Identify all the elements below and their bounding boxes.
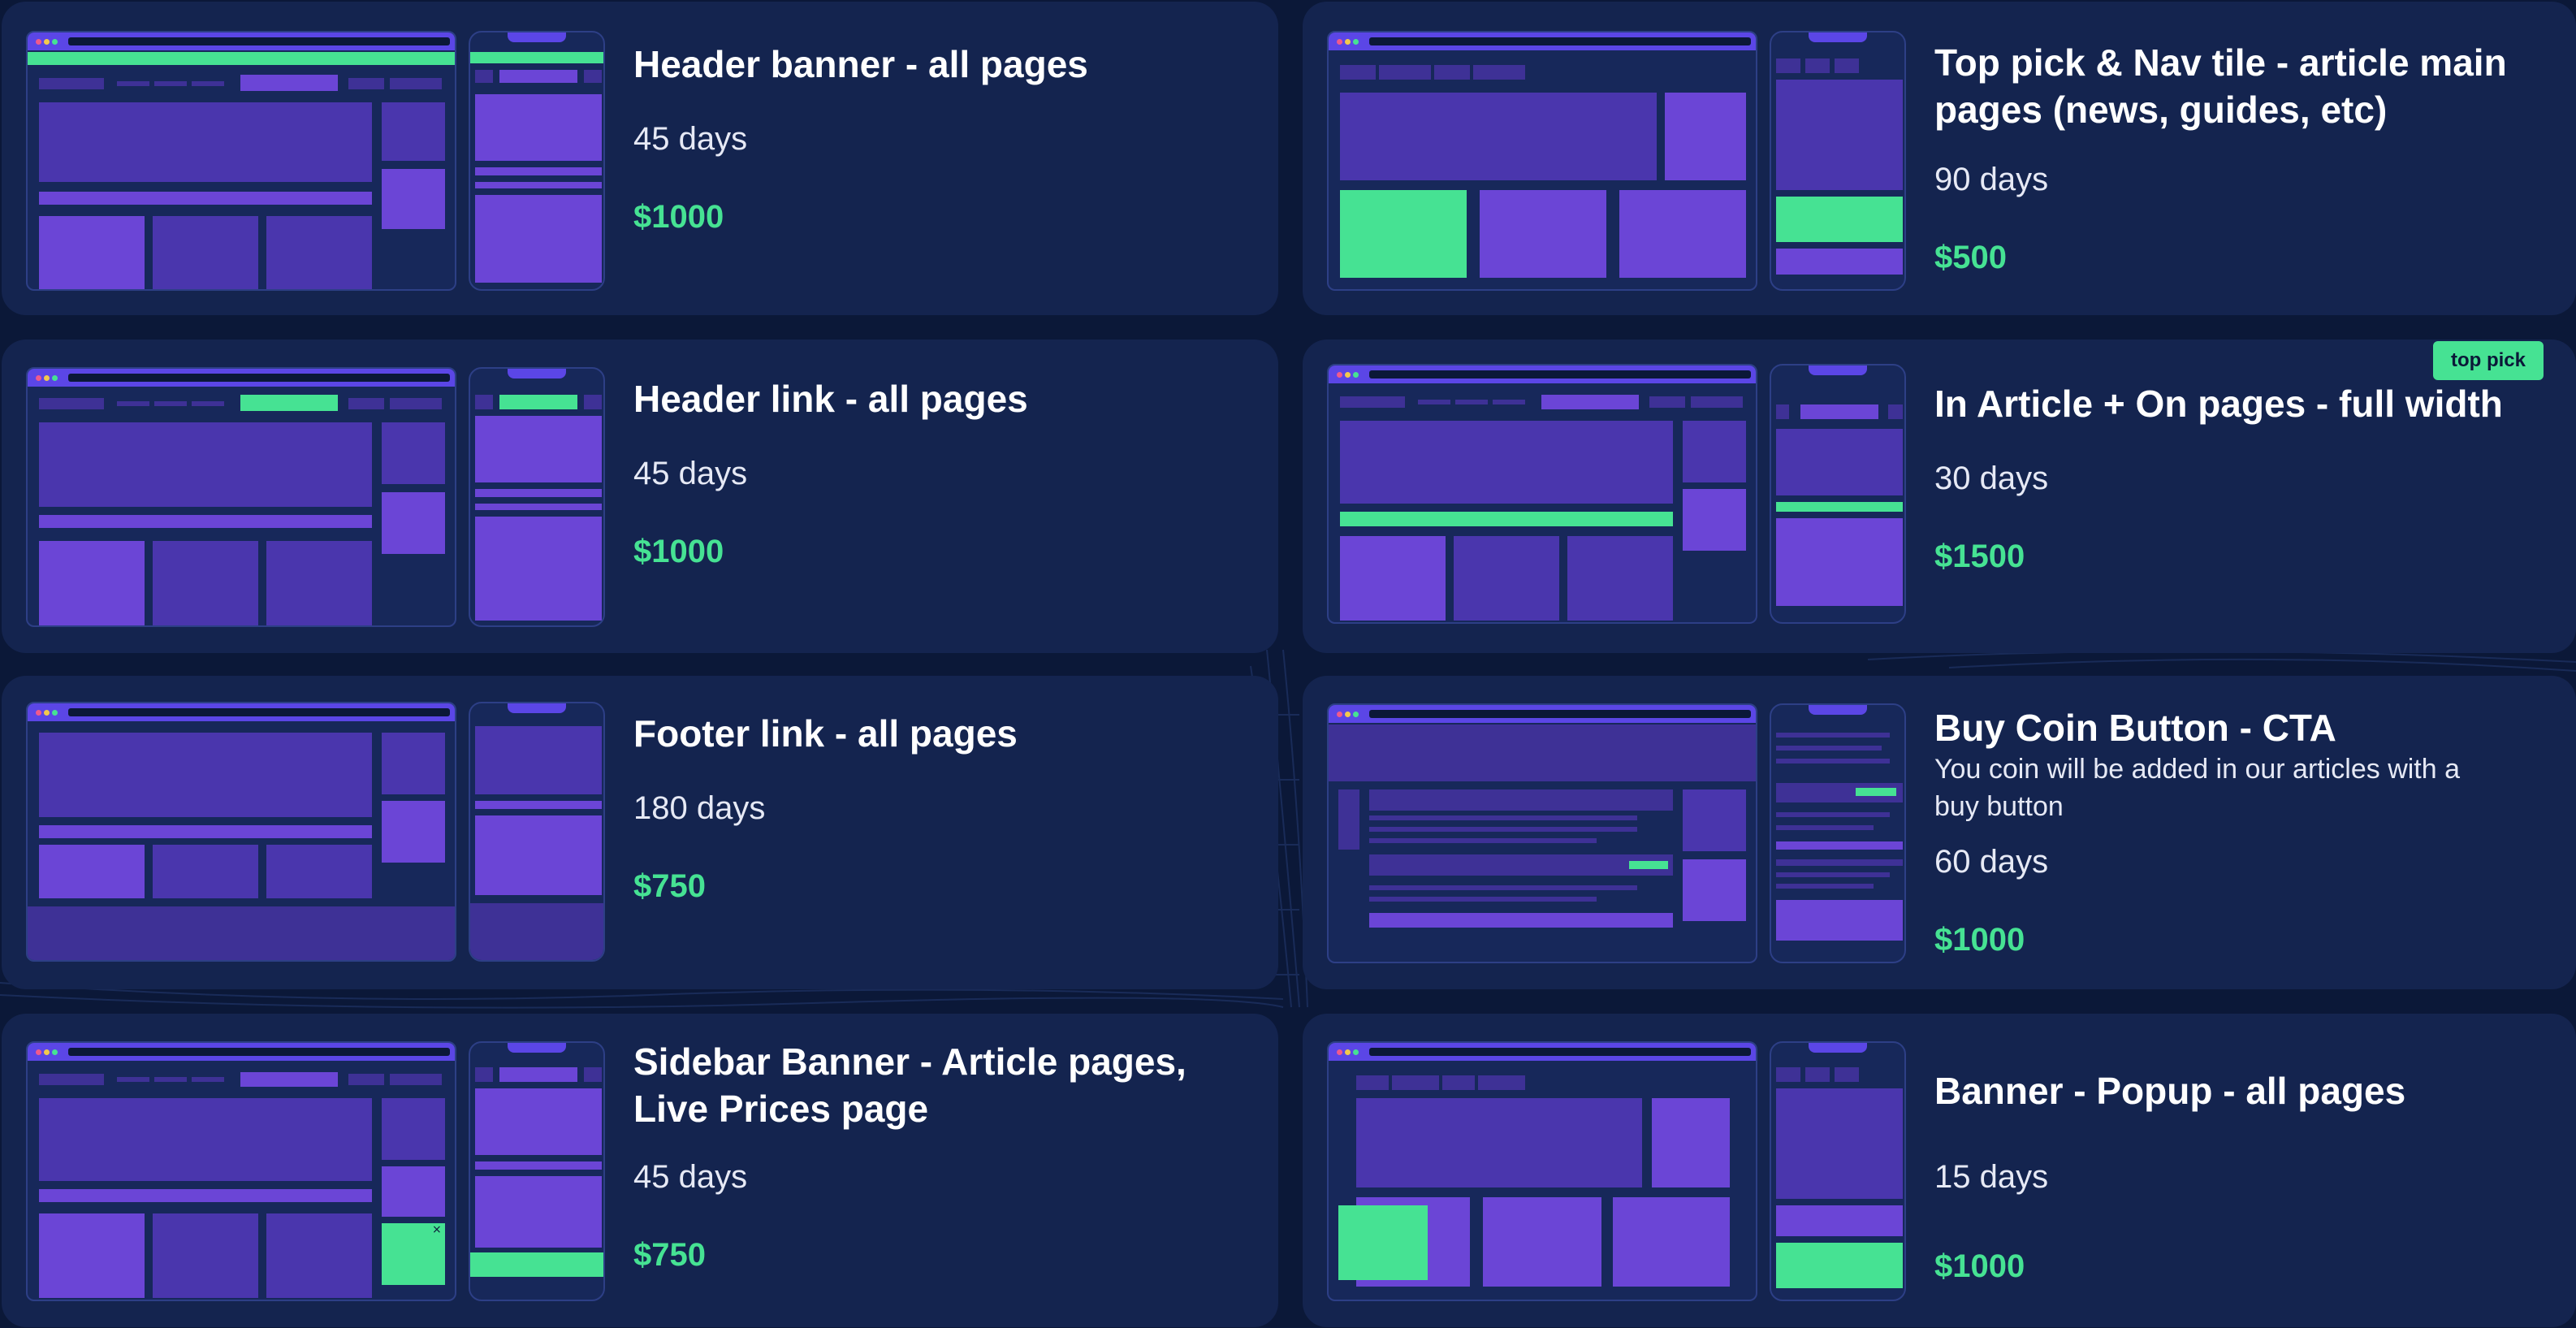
price-text: $1000 [1934, 1248, 2025, 1284]
duration-text: 15 days [1934, 1159, 2049, 1195]
ad-card-header-link[interactable]: Header link - all pages 45 days $1000 [2, 340, 1278, 653]
card-title: Header banner - all pages [633, 43, 1088, 85]
in-article-highlight [1340, 512, 1673, 526]
card-title: Header link - all pages [633, 378, 1028, 420]
top-pick-badge: top pick [2432, 341, 2544, 380]
desktop-preview [1327, 364, 1757, 624]
ad-card-buy-coin-button[interactable]: Buy Coin Button - CTA You coin will be a… [1303, 676, 2576, 989]
ad-card-banner-popup[interactable]: Banner - Popup - all pages 15 days $1000 [1303, 1014, 2576, 1327]
card-subtitle: You coin will be added in our articles w… [1934, 754, 2461, 822]
ad-card-sidebar-banner[interactable]: × Sidebar Banner - Article pages, Live P… [2, 1014, 1278, 1327]
duration-text: 45 days [633, 456, 748, 491]
mobile-preview [469, 31, 605, 291]
price-text: $1000 [633, 199, 724, 235]
desktop-preview [1327, 1041, 1757, 1301]
desktop-preview: × [26, 1041, 456, 1301]
price-text: $1000 [1934, 922, 2025, 958]
duration-text: 30 days [1934, 461, 2049, 496]
mobile-preview [469, 702, 605, 962]
desktop-preview [1327, 31, 1757, 291]
desktop-preview [26, 702, 456, 962]
header-link-highlight [240, 395, 338, 411]
ad-card-in-article[interactable]: top pick In Article + On pages - full wi… [1303, 340, 2576, 653]
mobile-preview [1770, 31, 1906, 291]
footer-region [28, 906, 455, 960]
ad-card-top-pick-nav-tile[interactable]: Top pick & Nav tile - article main pages… [1303, 2, 2576, 315]
price-text: $750 [633, 1237, 706, 1273]
mobile-preview [1770, 703, 1906, 963]
mobile-preview [469, 367, 605, 627]
price-text: $1000 [633, 534, 724, 569]
ad-card-header-banner[interactable]: Header banner - all pages 45 days $1000 [2, 2, 1278, 315]
card-title: Buy Coin Button - CTA [1934, 707, 2336, 749]
duration-text: 45 days [633, 1159, 748, 1195]
mobile-preview [1770, 364, 1906, 624]
desktop-preview [26, 367, 456, 627]
ad-card-footer-link[interactable]: Footer link - all pages 180 days $750 [2, 676, 1278, 989]
card-title: Banner - Popup - all pages [1934, 1070, 2406, 1112]
card-title: Sidebar Banner - Article pages, Live Pri… [633, 1040, 1186, 1130]
duration-text: 180 days [633, 790, 766, 826]
popup-banner-highlight [1338, 1205, 1428, 1280]
card-title: In Article + On pages - full width [1934, 383, 2503, 425]
card-title: Footer link - all pages [633, 712, 1018, 755]
mobile-preview [1770, 1041, 1906, 1301]
desktop-preview [1327, 703, 1757, 963]
price-text: $1500 [1934, 539, 2025, 574]
top-pick-tile-highlight [1340, 190, 1467, 278]
duration-text: 45 days [633, 121, 748, 157]
price-text: $750 [633, 868, 706, 904]
duration-text: 90 days [1934, 162, 2049, 197]
price-text: $500 [1934, 240, 2007, 275]
desktop-preview [26, 31, 456, 291]
buy-button-highlight [1629, 861, 1668, 869]
duration-text: 60 days [1934, 844, 2049, 880]
close-icon: × [432, 1223, 442, 1236]
card-title: Top pick & Nav tile - article main pages… [1934, 41, 2507, 131]
mobile-preview [469, 1041, 605, 1301]
header-banner-highlight [28, 52, 455, 65]
